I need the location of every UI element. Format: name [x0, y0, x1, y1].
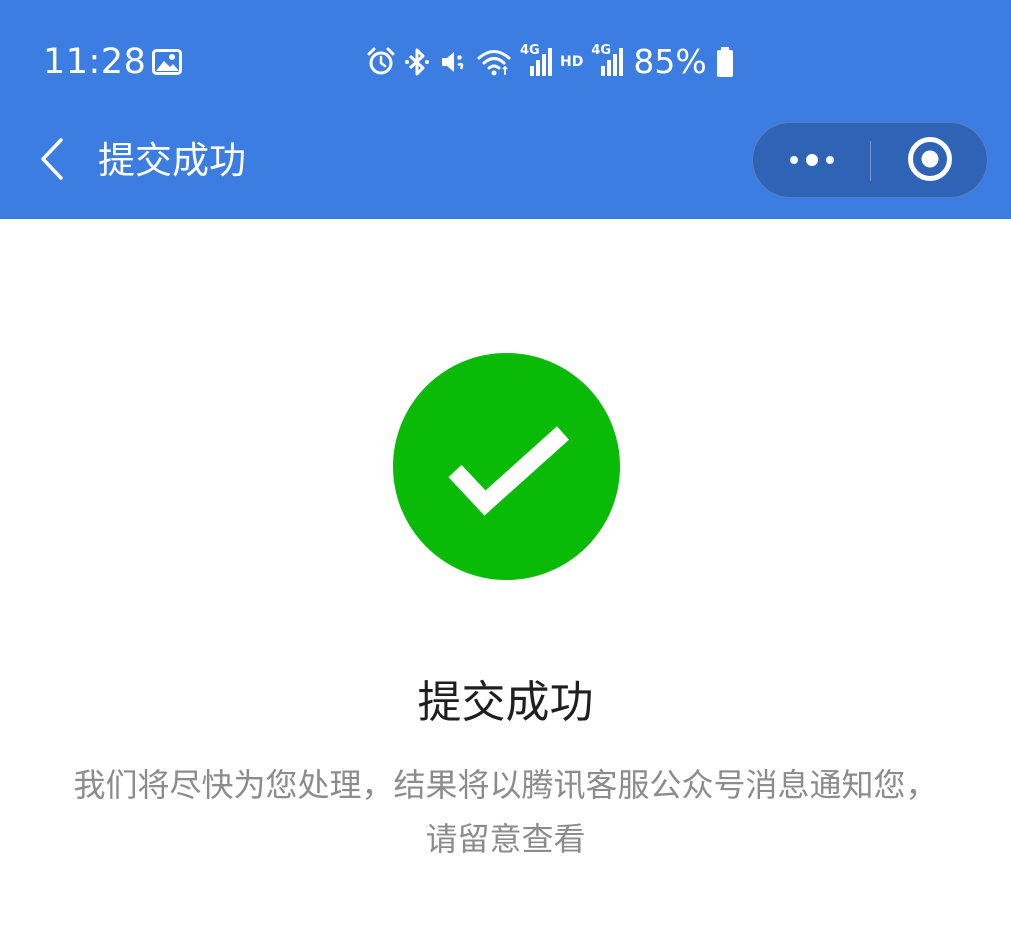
- signal-icon: 4G: [520, 43, 552, 78]
- record-circle-icon: [907, 136, 953, 186]
- check-circle-icon: [393, 353, 620, 580]
- alarm-icon: [366, 47, 396, 77]
- signal-icon-2: 4G: [591, 43, 624, 78]
- status-bar: 11:28 4G HD 4G 85%: [0, 0, 1011, 125]
- status-icons: 4G HD 4G 85%: [366, 40, 735, 84]
- chevron-left-icon: [37, 137, 67, 185]
- wifi-icon: [476, 47, 512, 77]
- bluetooth-icon: [404, 47, 430, 77]
- back-button[interactable]: [28, 137, 76, 185]
- battery-icon: [715, 46, 735, 78]
- hd-label: HD: [560, 54, 584, 70]
- mini-program-capsule: [752, 122, 988, 198]
- more-dots-icon: [788, 152, 836, 171]
- battery-percent: 85%: [633, 42, 707, 81]
- result-title: 提交成功: [417, 677, 594, 728]
- header: 11:28 4G HD 4G 85% 提交成功: [0, 0, 1011, 219]
- status-time: 11:28: [43, 42, 147, 82]
- more-button[interactable]: [753, 123, 871, 199]
- nav-bar: 提交成功: [0, 122, 1011, 219]
- image-icon: [152, 49, 182, 75]
- result-description: 我们将尽快为您处理，结果将以腾讯客服公众号消息通知您，请留意查看: [73, 766, 938, 858]
- nav-title: 提交成功: [98, 139, 246, 182]
- close-mini-program-button[interactable]: [871, 123, 989, 199]
- mute-icon: [438, 47, 468, 77]
